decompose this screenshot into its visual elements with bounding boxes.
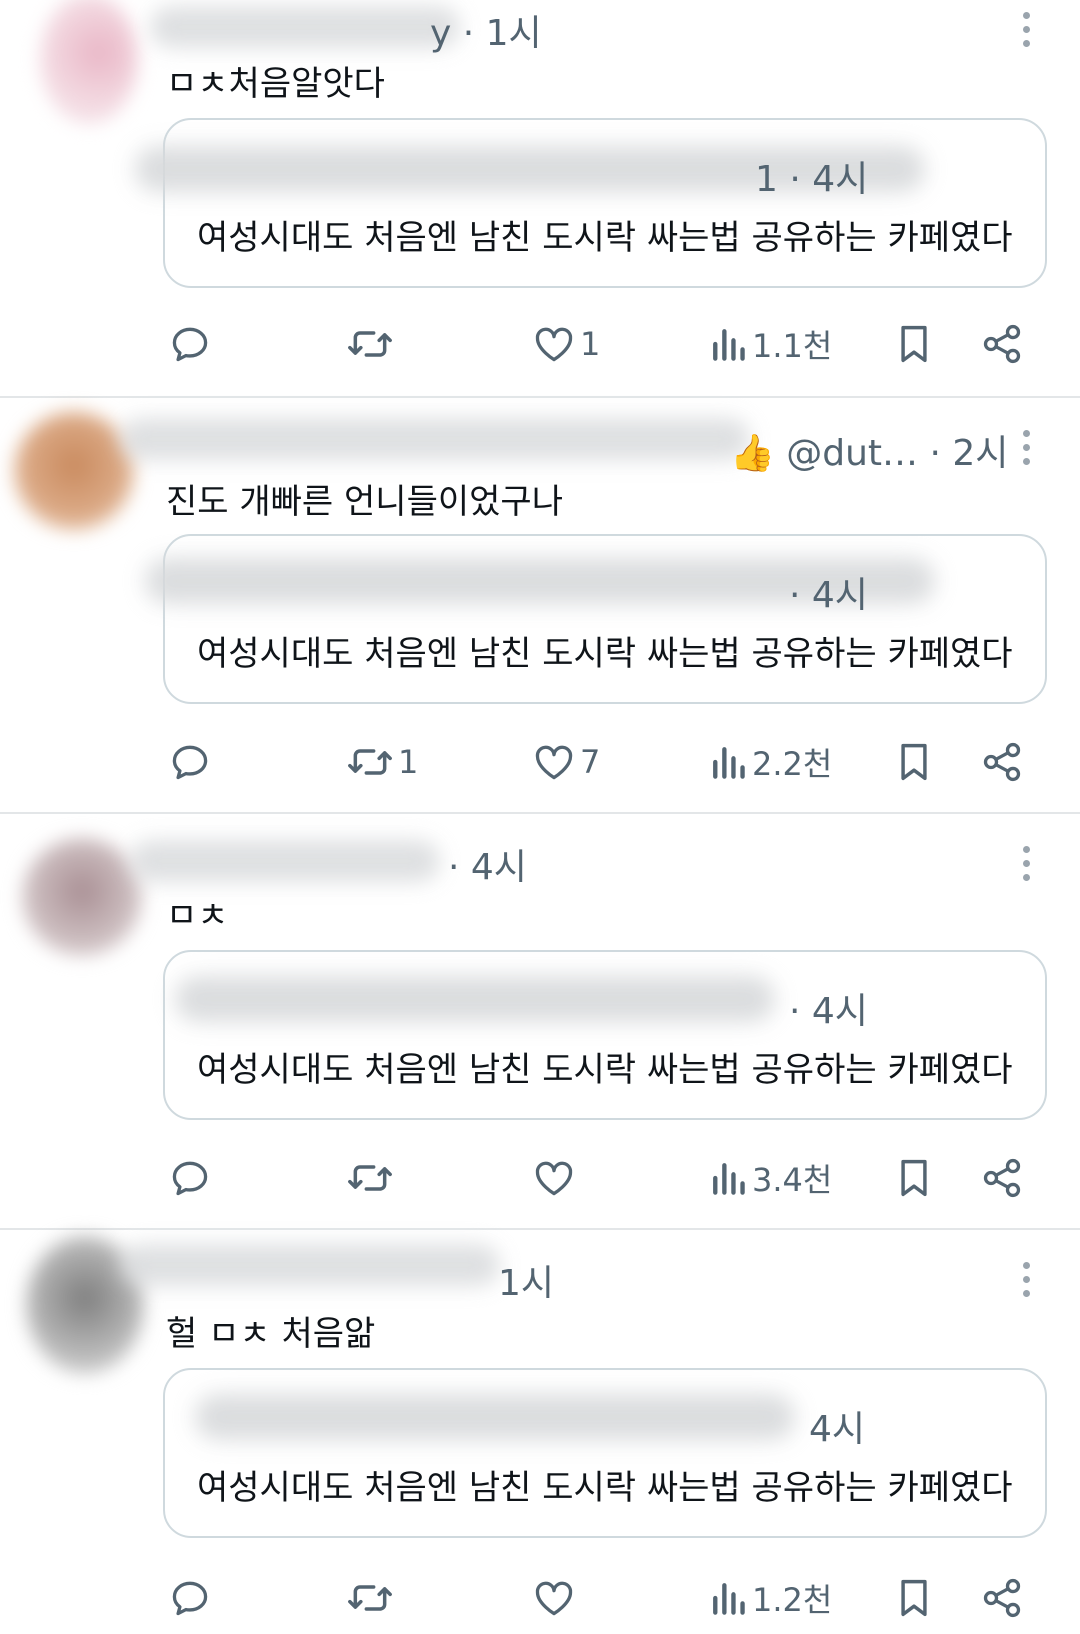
post-meta: 1시 bbox=[498, 1263, 555, 1304]
reply-button[interactable] bbox=[168, 736, 216, 788]
views-count: 1.1천 bbox=[752, 327, 833, 365]
repost-count: 1 bbox=[398, 743, 419, 781]
share-icon bbox=[983, 1158, 1021, 1198]
reply-icon bbox=[172, 745, 208, 780]
quoted-time: · 4시 bbox=[789, 991, 868, 1032]
quoted-time: · 4시 bbox=[789, 575, 868, 616]
repost-button[interactable] bbox=[346, 1572, 398, 1624]
bookmark-icon bbox=[901, 743, 927, 781]
like-button[interactable]: 1 bbox=[532, 318, 600, 370]
like-button[interactable]: 7 bbox=[532, 736, 600, 788]
like-icon bbox=[535, 1581, 573, 1616]
repost-button[interactable] bbox=[346, 318, 398, 370]
quoted-author-blurred bbox=[175, 976, 775, 1022]
like-button[interactable] bbox=[532, 1152, 580, 1204]
bookmark-button[interactable] bbox=[894, 1152, 934, 1204]
action-bar: 1 1.1천 bbox=[0, 318, 1080, 370]
post-3[interactable]: · 4시 ㅁㅊ · 4시 여성시대도 처음엔 남친 도시락 싸는법 공유하는 카… bbox=[0, 814, 1080, 1228]
more-icon[interactable] bbox=[1023, 12, 1031, 54]
share-button[interactable] bbox=[980, 1572, 1024, 1624]
quoted-time: 4시 bbox=[809, 1409, 866, 1450]
views-count: 1.2천 bbox=[752, 1581, 833, 1619]
bookmark-button[interactable] bbox=[894, 736, 934, 788]
reply-button[interactable] bbox=[168, 1152, 216, 1204]
like-icon bbox=[535, 745, 573, 780]
repost-icon bbox=[348, 331, 392, 357]
views-icon bbox=[713, 329, 745, 361]
post-meta: 👍 @dut… · 2시 bbox=[730, 433, 1009, 474]
post-text: ㅁㅊ처음알앗다 bbox=[166, 64, 385, 104]
repost-button[interactable] bbox=[346, 1152, 398, 1204]
share-icon bbox=[983, 324, 1021, 364]
author-name-blurred[interactable] bbox=[120, 1244, 500, 1286]
more-icon[interactable] bbox=[1023, 430, 1031, 472]
reply-icon bbox=[172, 1161, 208, 1196]
post-1[interactable]: y · 1시 ㅁㅊ처음알앗다 1 · 4시 여성시대도 처음엔 남친 도시락 싸… bbox=[0, 0, 1080, 396]
bookmark-icon bbox=[901, 325, 927, 363]
views-icon bbox=[713, 1583, 745, 1615]
quoted-post[interactable]: 4시 여성시대도 처음엔 남친 도시락 싸는법 공유하는 카페였다 bbox=[163, 1368, 1047, 1538]
avatar[interactable] bbox=[40, 0, 138, 124]
share-button[interactable] bbox=[980, 318, 1024, 370]
more-icon[interactable] bbox=[1023, 846, 1031, 888]
like-icon bbox=[535, 327, 573, 362]
quoted-time: 1 · 4시 bbox=[755, 159, 869, 200]
reply-icon bbox=[172, 1581, 208, 1616]
bookmark-icon bbox=[901, 1159, 927, 1197]
views-button[interactable]: 3.4천 bbox=[708, 1152, 832, 1204]
action-bar: 1 7 2.2천 bbox=[0, 736, 1080, 788]
quoted-post[interactable]: · 4시 여성시대도 처음엔 남친 도시락 싸는법 공유하는 카페였다 bbox=[145, 534, 1047, 704]
action-bar: 1.2천 bbox=[0, 1572, 1080, 1624]
repost-icon bbox=[348, 749, 392, 775]
post-4[interactable]: 1시 헐 ㅁㅊ 처음앎 4시 여성시대도 처음엔 남친 도시락 싸는법 공유하는… bbox=[0, 1230, 1080, 1634]
author-name-blurred[interactable] bbox=[150, 6, 460, 48]
like-count: 1 bbox=[580, 325, 601, 363]
quoted-post[interactable]: · 4시 여성시대도 처음엔 남친 도시락 싸는법 공유하는 카페였다 bbox=[163, 950, 1047, 1120]
repost-icon bbox=[348, 1165, 392, 1191]
share-button[interactable] bbox=[980, 736, 1024, 788]
post-2[interactable]: 👍 @dut… · 2시 진도 개빠른 언니들이었구나 · 4시 여성시대도 처… bbox=[0, 398, 1080, 812]
more-icon[interactable] bbox=[1023, 1262, 1031, 1304]
views-icon bbox=[713, 1163, 745, 1195]
repost-icon bbox=[348, 1585, 392, 1611]
post-meta: · 4시 bbox=[448, 847, 527, 888]
like-button[interactable] bbox=[532, 1572, 580, 1624]
reply-button[interactable] bbox=[168, 1572, 216, 1624]
quoted-author-blurred bbox=[195, 1394, 795, 1440]
reply-button[interactable] bbox=[168, 318, 216, 370]
bookmark-button[interactable] bbox=[894, 318, 934, 370]
avatar[interactable] bbox=[22, 838, 142, 956]
repost-button[interactable]: 1 bbox=[346, 736, 418, 788]
bookmark-button[interactable] bbox=[894, 1572, 934, 1624]
share-icon bbox=[983, 742, 1021, 782]
quoted-text: 여성시대도 처음엔 남친 도시락 싸는법 공유하는 카페였다 bbox=[197, 634, 1013, 674]
post-meta: y · 1시 bbox=[430, 13, 542, 54]
quoted-text: 여성시대도 처음엔 남친 도시락 싸는법 공유하는 카페였다 bbox=[197, 1468, 1013, 1508]
views-count: 3.4천 bbox=[752, 1161, 833, 1199]
reply-icon bbox=[172, 327, 208, 362]
quoted-post[interactable]: 1 · 4시 여성시대도 처음엔 남친 도시락 싸는법 공유하는 카페였다 bbox=[135, 118, 1047, 288]
views-button[interactable]: 1.2천 bbox=[708, 1572, 832, 1624]
views-count: 2.2천 bbox=[752, 745, 833, 783]
quoted-text: 여성시대도 처음엔 남친 도시락 싸는법 공유하는 카페였다 bbox=[197, 218, 1013, 258]
avatar[interactable] bbox=[14, 412, 134, 530]
post-text: ㅁㅊ bbox=[166, 896, 229, 936]
bookmark-icon bbox=[901, 1579, 927, 1617]
post-text: 헐 ㅁㅊ 처음앎 bbox=[166, 1314, 376, 1354]
author-name-blurred[interactable] bbox=[130, 840, 440, 882]
like-count: 7 bbox=[580, 743, 601, 781]
views-button[interactable]: 2.2천 bbox=[708, 736, 832, 788]
views-button[interactable]: 1.1천 bbox=[708, 318, 832, 370]
share-button[interactable] bbox=[980, 1152, 1024, 1204]
author-name-blurred[interactable] bbox=[120, 418, 750, 460]
post-text: 진도 개빠른 언니들이었구나 bbox=[166, 482, 563, 522]
like-icon bbox=[535, 1161, 573, 1196]
quoted-text: 여성시대도 처음엔 남친 도시락 싸는법 공유하는 카페였다 bbox=[197, 1050, 1013, 1090]
action-bar: 3.4천 bbox=[0, 1152, 1080, 1204]
views-icon bbox=[713, 747, 745, 779]
share-icon bbox=[983, 1578, 1021, 1618]
